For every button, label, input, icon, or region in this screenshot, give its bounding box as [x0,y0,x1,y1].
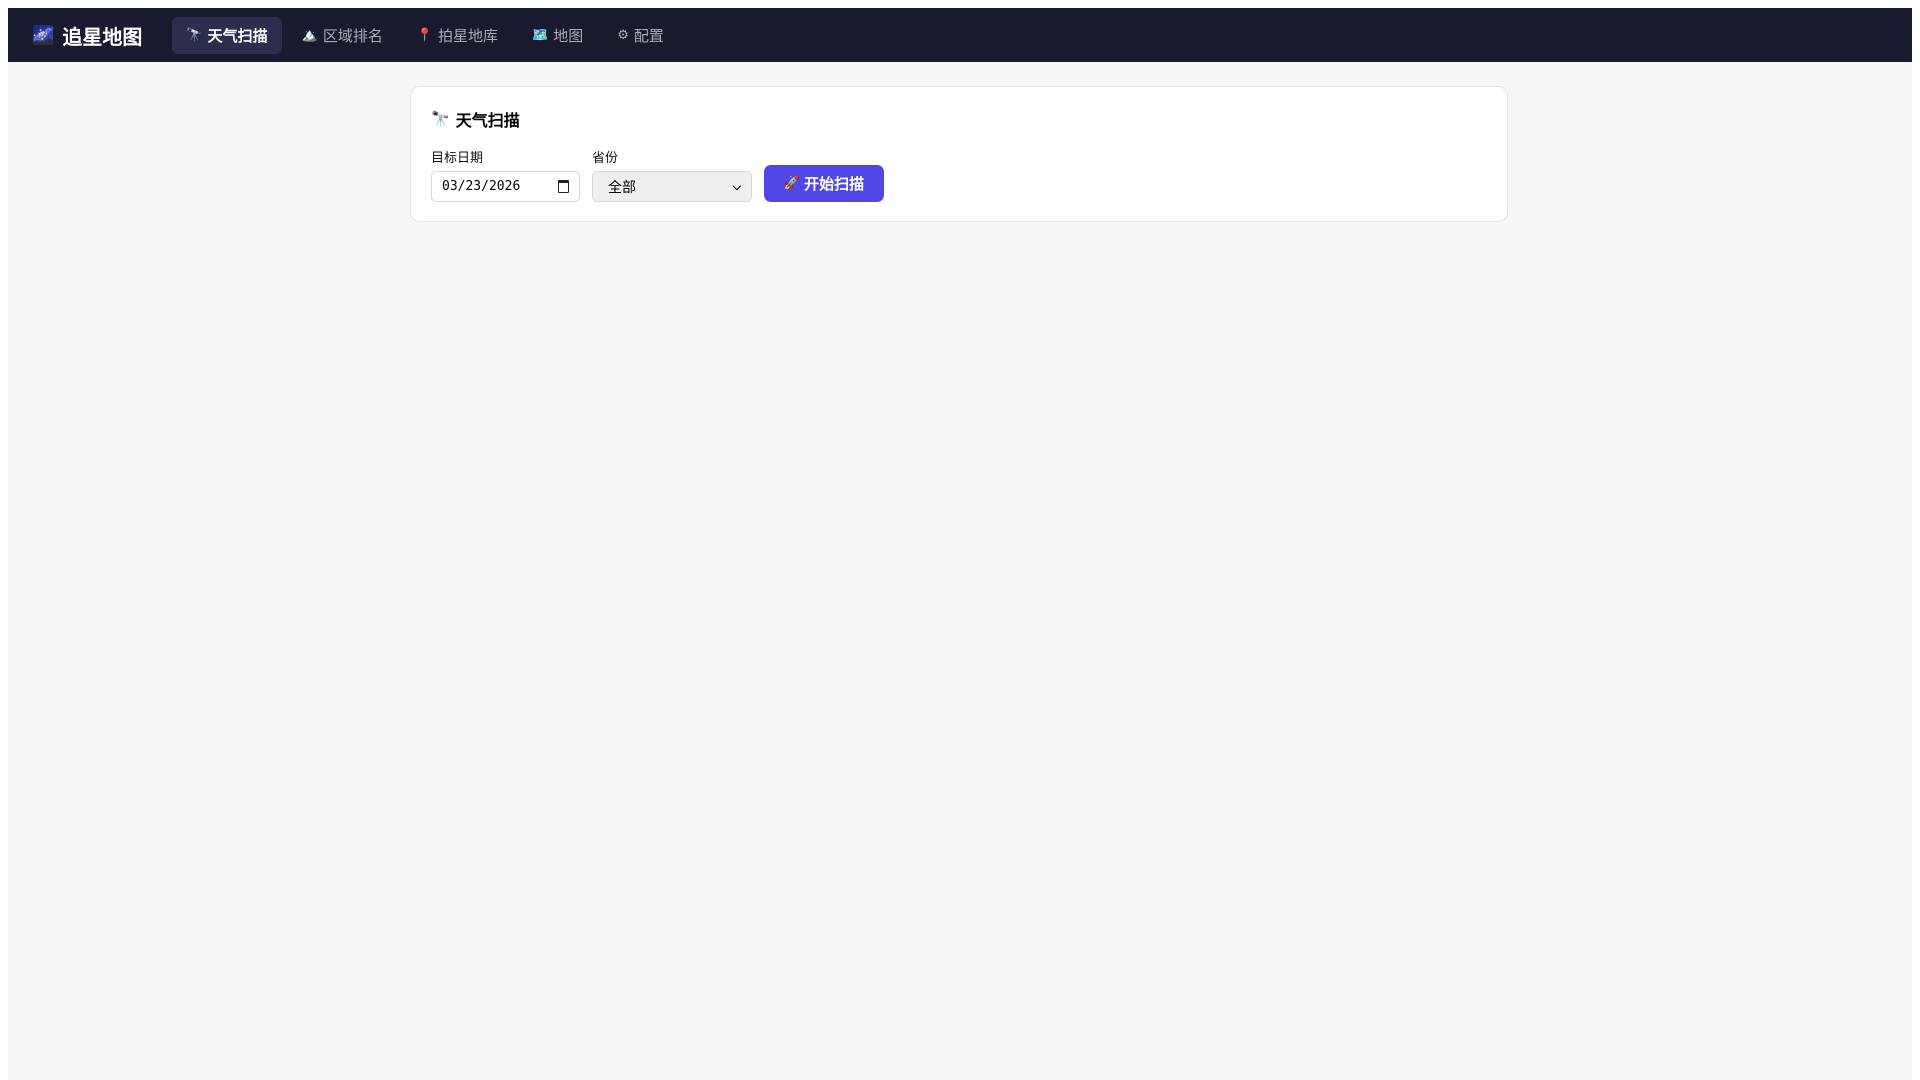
tab-label: 拍星地库 [438,26,499,45]
province-value: 全部 [608,179,636,196]
tab-region-ranking[interactable]: 🏔️ 区域排名 [288,17,397,54]
weather-scan-card: 🔭 天气扫描 目标日期 03/23/2026 省份 全部 ⌵ 🚀 开始扫描 [410,86,1508,222]
calendar-icon[interactable] [558,180,569,193]
rocket-icon: 🚀 [783,176,801,191]
tab-map[interactable]: 🗺️ 地图 [518,17,597,54]
app-logo[interactable]: 🌌 追星地图 [32,21,142,50]
mountain-icon: 🏔️ [301,27,318,43]
pin-icon: 📍 [416,27,434,43]
tab-label: 区域排名 [322,26,383,45]
gear-icon: ⚙ [617,27,629,43]
card-title-text: 天气扫描 [455,111,520,130]
target-date-input[interactable]: 03/23/2026 [431,171,580,202]
card-title: 🔭 天气扫描 [431,107,1487,131]
top-nav: 🌌 追星地图 🔭 天气扫描 🏔️ 区域排名 📍 拍星地库 🗺️ 地图 ⚙ 配置 [8,8,1912,62]
galaxy-icon: 🌌 [32,24,55,46]
map-icon: 🗺️ [532,27,549,43]
tab-weather-scan[interactable]: 🔭 天气扫描 [172,16,282,54]
date-label: 目标日期 [431,151,484,166]
app: 🌌 追星地图 🔭 天气扫描 🏔️ 区域排名 📍 拍星地库 🗺️ 地图 ⚙ 配置 🔭 天气扫描… [8,8,1912,1080]
date-value: 03/23/2026 [442,179,521,194]
start-scan-button[interactable]: 🚀 开始扫描 [764,165,884,202]
tab-label: 配置 [633,26,664,45]
tab-label: 天气扫描 [207,26,268,45]
tab-label: 地图 [553,26,584,45]
button-label: 开始扫描 [804,175,865,193]
app-title: 追星地图 [62,24,143,49]
telescope-icon: 🔭 [431,110,450,128]
province-select[interactable]: 全部 ⌵ [592,171,752,202]
chevron-down-icon: ⌵ [732,179,741,193]
province-label: 省份 [592,151,619,166]
telescope-icon: 🔭 [186,27,203,43]
tab-spot-library[interactable]: 📍 拍星地库 [403,17,512,54]
tab-settings[interactable]: ⚙ 配置 [603,17,678,54]
